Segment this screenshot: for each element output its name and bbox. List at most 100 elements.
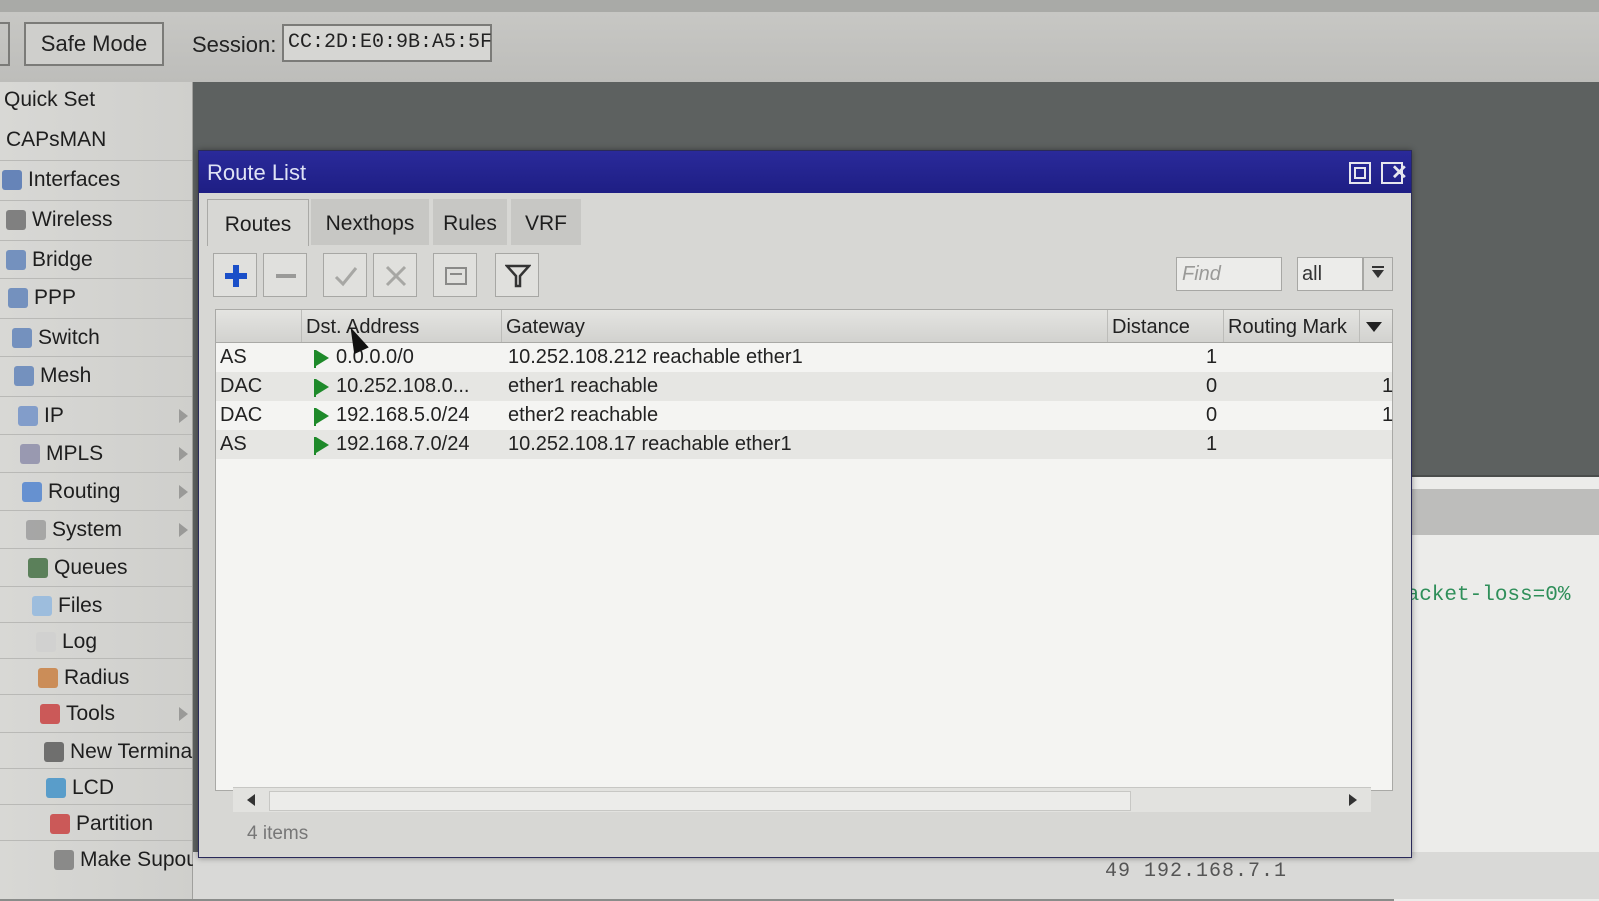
column-routing-mark[interactable]: Routing Mark	[1224, 310, 1360, 342]
sidebar-item-routing[interactable]: Routing	[0, 474, 192, 510]
distance-cell: 0	[1206, 404, 1218, 426]
table-row[interactable]: DAC 10.252.108.0... ether1 reachable 0 1	[216, 372, 1394, 401]
sidebar-item-label: New Terminal	[70, 740, 197, 763]
table-row[interactable]: AS 0.0.0.0/0 10.252.108.212 reachable ethe…	[216, 343, 1392, 372]
sidebar-item-wireless[interactable]: Wireless	[0, 202, 192, 238]
filter-icon	[505, 264, 531, 288]
sidebar-item-label: Quick Set	[4, 88, 96, 111]
sidebar-item-lcd[interactable]: LCD	[0, 770, 192, 806]
sidebar-item-system[interactable]: System	[0, 512, 192, 548]
top-strip	[0, 0, 1599, 12]
scroll-left-icon[interactable]	[247, 794, 255, 806]
remove-button[interactable]	[263, 253, 307, 297]
select-dropdown-button[interactable]	[1363, 257, 1393, 291]
sidebar-divider	[0, 318, 192, 319]
horizontal-scrollbar[interactable]	[233, 787, 1371, 812]
sidebar-item-quick-set[interactable]: Quick Set	[0, 82, 192, 118]
scrollbar-thumb[interactable]	[269, 791, 1131, 811]
session-label: Session:	[192, 32, 277, 57]
mpls-icon	[20, 444, 40, 464]
bridge-icon	[6, 250, 26, 270]
find-input[interactable]: Find	[1176, 257, 1282, 291]
tab-nexthops[interactable]: Nexthops	[311, 199, 429, 245]
filter-select[interactable]: all	[1297, 257, 1363, 291]
sidebar-divider	[0, 472, 192, 473]
comment-button[interactable]	[433, 253, 477, 297]
dst-address-cell: 192.168.5.0/24	[336, 404, 470, 426]
cross-icon	[385, 265, 407, 287]
sidebar-item-switch[interactable]: Switch	[0, 320, 192, 356]
sidebar-item-label: Mesh	[40, 364, 92, 387]
dst-address-cell: 0.0.0.0/0	[336, 346, 414, 368]
sidebar-item-files[interactable]: Files	[0, 588, 192, 624]
item-count: 4 items	[247, 823, 309, 844]
sidebar-item-interfaces[interactable]: Interfaces	[0, 162, 192, 198]
table-row[interactable]: DAC 192.168.5.0/24 ether2 reachable 0 1	[216, 401, 1393, 430]
columns-menu-button[interactable]	[1360, 310, 1392, 342]
sidebar-item-label: LCD	[72, 776, 115, 799]
sidebar-item-new-terminal[interactable]: New Terminal	[0, 734, 197, 770]
sidebar-item-queues[interactable]: Queues	[0, 550, 192, 586]
sidebar-divider	[0, 548, 192, 549]
dst-address-cell: 192.168.7.0/24	[336, 433, 470, 455]
session-field[interactable]: CC:2D:E0:9B:A5:5F	[282, 24, 492, 62]
sidebar-divider	[0, 160, 192, 161]
sidebar-item-bridge[interactable]: Bridge	[0, 242, 192, 278]
table-row[interactable]: AS 192.168.7.0/24 10.252.108.17 reachable …	[216, 430, 1392, 459]
tab-vrf[interactable]: VRF	[511, 199, 581, 245]
column-flags[interactable]	[216, 310, 302, 342]
mesh-icon	[14, 366, 34, 386]
safe-mode-button[interactable]: Safe Mode	[24, 22, 164, 66]
sidebar-divider	[0, 622, 192, 623]
sidebar-item-ip[interactable]: IP	[0, 398, 192, 434]
partition-icon	[50, 814, 70, 834]
add-button[interactable]	[213, 253, 257, 297]
sidebar-item-label: Partition	[76, 812, 154, 835]
submenu-arrow-icon	[179, 707, 188, 721]
maximize-icon[interactable]	[1349, 162, 1371, 184]
submenu-arrow-icon	[179, 523, 188, 537]
sidebar-item-log[interactable]: Log	[0, 624, 192, 660]
tools-icon	[40, 704, 60, 724]
tab-rules[interactable]: Rules	[433, 199, 507, 245]
sidebar-item-make-supout-rif[interactable]: Make Supout.rif	[0, 842, 227, 878]
column-dst-address[interactable]: Dst. Address	[302, 310, 502, 342]
column-distance[interactable]: Distance	[1108, 310, 1224, 342]
flags-cell: DAC	[220, 375, 263, 397]
sidebar-divider	[0, 356, 192, 357]
disable-button[interactable]	[373, 253, 417, 297]
dst-address-cell: 10.252.108.0...	[336, 375, 470, 397]
distance-cell: 0	[1206, 375, 1218, 397]
tab-routes[interactable]: Routes	[207, 199, 309, 246]
window-titlebar[interactable]: Route List ✕	[199, 151, 1411, 193]
sidebar-item-ppp[interactable]: PPP	[0, 280, 192, 316]
chevron-down-icon	[1366, 322, 1382, 332]
filter-button[interactable]	[495, 253, 539, 297]
close-icon[interactable]: ✕	[1381, 162, 1408, 184]
sidebar-item-label: CAPsMAN	[6, 128, 107, 151]
sidebar-item-label: MPLS	[46, 442, 104, 465]
lcd-icon	[46, 778, 66, 798]
sidebar-item-mesh[interactable]: Mesh	[0, 358, 192, 394]
sidebar-item-label: Radius	[64, 666, 130, 689]
sidebar-menu: Quick Set CAPsMAN Interfaces Wireless Bridge…	[0, 82, 227, 899]
undo-button-partial[interactable]	[0, 22, 10, 66]
sidebar-item-radius[interactable]: Radius	[0, 660, 192, 696]
terminal-output: packet-loss=0%	[1394, 584, 1571, 607]
sidebar-divider	[0, 240, 192, 241]
flags-cell: DAC	[220, 404, 263, 426]
sidebar-item-mpls[interactable]: MPLS	[0, 436, 192, 472]
comment-icon	[445, 267, 467, 285]
column-gateway[interactable]: Gateway	[502, 310, 1108, 342]
sidebar-divider	[0, 694, 192, 695]
routing-mark-cell: 1	[1382, 375, 1394, 397]
enable-button[interactable]	[323, 253, 367, 297]
scroll-right-icon[interactable]	[1349, 794, 1357, 806]
sidebar-item-label: Switch	[38, 326, 100, 349]
queues-icon	[28, 558, 48, 578]
sidebar-item-tools[interactable]: Tools	[0, 696, 192, 732]
route-list-window: Route List ✕ Routes Nexthops Rules VRF F…	[198, 150, 1412, 858]
sidebar-item-capsman[interactable]: CAPsMAN	[0, 122, 192, 158]
log-icon	[36, 632, 56, 652]
sidebar-item-partition[interactable]: Partition	[0, 806, 192, 842]
